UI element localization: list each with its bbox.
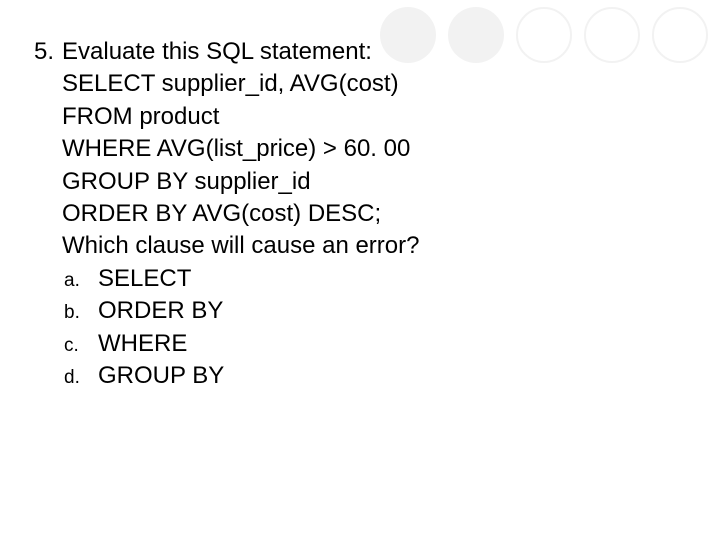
stem-line: SELECT supplier_id, AVG(cost): [62, 68, 720, 100]
stem-body: SELECT supplier_id, AVG(cost) FROM produ…: [34, 68, 720, 262]
stem-line: FROM product: [62, 101, 720, 133]
option-text: GROUP BY: [98, 360, 224, 392]
stem-line: 5. Evaluate this SQL statement:: [34, 36, 720, 68]
stem-text: Evaluate this SQL statement:: [62, 36, 372, 68]
stem-line: WHERE AVG(list_price) > 60. 00: [62, 133, 720, 165]
stem-line: ORDER BY AVG(cost) DESC;: [62, 198, 720, 230]
option-letter: d.: [62, 365, 98, 391]
option-letter: c.: [62, 333, 98, 359]
question-number: 5.: [34, 36, 62, 68]
options-list: a. SELECT b. ORDER BY c. WHERE d. GROUP …: [34, 263, 720, 393]
option-c: c. WHERE: [62, 328, 720, 360]
option-text: SELECT: [98, 263, 191, 295]
option-d: d. GROUP BY: [62, 360, 720, 392]
option-a: a. SELECT: [62, 263, 720, 295]
stem-line: Which clause will cause an error?: [62, 230, 720, 262]
option-text: ORDER BY: [98, 295, 223, 327]
option-b: b. ORDER BY: [62, 295, 720, 327]
option-text: WHERE: [98, 328, 187, 360]
stem-line: GROUP BY supplier_id: [62, 166, 720, 198]
option-letter: a.: [62, 268, 98, 294]
option-letter: b.: [62, 300, 98, 326]
question-block: 5. Evaluate this SQL statement: SELECT s…: [0, 0, 720, 392]
